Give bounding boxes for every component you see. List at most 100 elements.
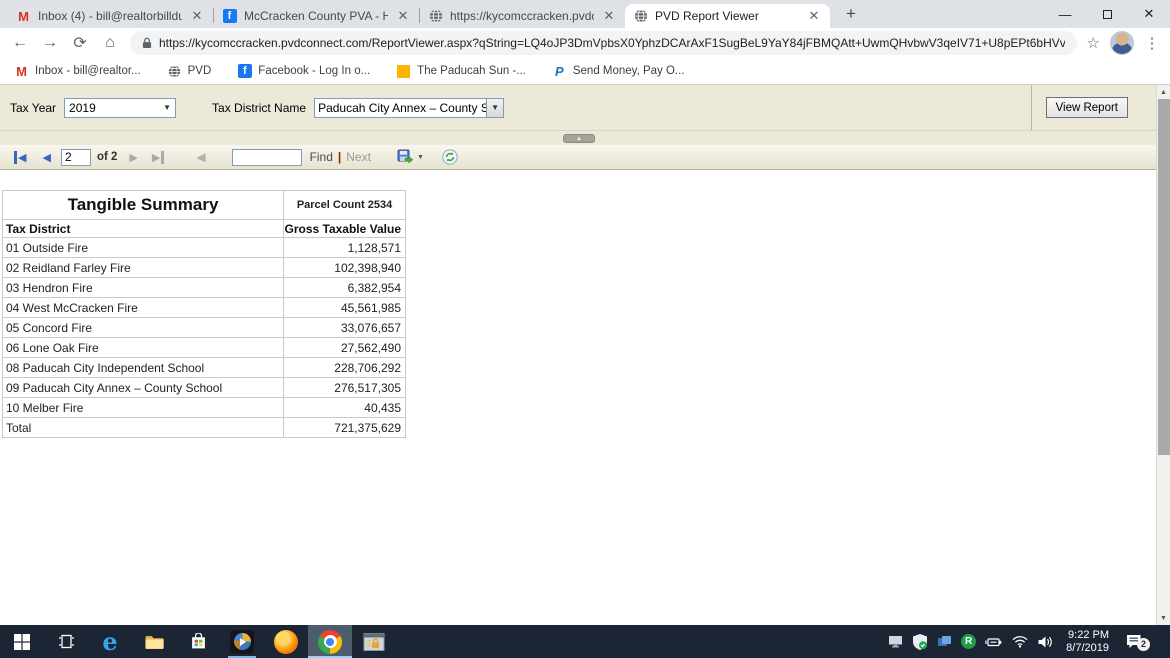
action-center-button[interactable]: 2 bbox=[1122, 634, 1146, 649]
volume-icon[interactable] bbox=[1037, 635, 1053, 649]
start-button[interactable] bbox=[0, 625, 44, 658]
tangible-summary-table: Tangible Summary Parcel Count 2534 Tax D… bbox=[2, 190, 406, 438]
bookmark-star-icon[interactable]: ☆ bbox=[1087, 34, 1100, 52]
view-report-button[interactable]: View Report bbox=[1046, 97, 1128, 118]
column-header-tax-district: Tax District bbox=[3, 220, 284, 238]
minimize-button[interactable]: — bbox=[1044, 0, 1086, 28]
chevron-down-icon: ▼ bbox=[417, 154, 424, 161]
security-app-icon bbox=[363, 631, 385, 653]
tax-district-cell: 02 Reidland Farley Fire bbox=[3, 258, 284, 278]
forward-icon[interactable]: → bbox=[40, 34, 60, 52]
tax-year-select[interactable]: 2019 ▼ bbox=[64, 98, 176, 118]
tab-title: PVD Report Viewer bbox=[655, 9, 799, 23]
profile-avatar[interactable] bbox=[1110, 31, 1134, 55]
tray-app-icon[interactable] bbox=[937, 635, 952, 649]
reload-icon[interactable]: ⟳ bbox=[70, 33, 90, 53]
gmail-icon: M bbox=[16, 9, 31, 24]
tax-district-dropdown-button[interactable]: ▼ bbox=[486, 98, 504, 118]
page-count-label: of 2 bbox=[97, 151, 117, 163]
paducah-sun-icon bbox=[396, 64, 411, 79]
url-input[interactable]: https://kycomccracken.pvdconnect.com/Rep… bbox=[130, 31, 1077, 55]
tab-title: McCracken County PVA - Home bbox=[244, 9, 388, 23]
maximize-button[interactable] bbox=[1086, 0, 1128, 28]
bookmarks-bar: M Inbox - bill@realtor... PVD f Facebook… bbox=[0, 58, 1170, 85]
lock-icon bbox=[142, 37, 152, 49]
taskbar-clock[interactable]: 9:22 PM 8/7/2019 bbox=[1062, 629, 1113, 655]
gross-taxable-value-cell: 33,076,657 bbox=[284, 318, 406, 338]
windows-defender-icon[interactable] bbox=[912, 634, 928, 650]
export-dropdown[interactable]: ▼ bbox=[397, 149, 424, 165]
find-text-input[interactable] bbox=[232, 149, 302, 166]
taskbar-firefox[interactable] bbox=[264, 625, 308, 658]
tab-title: https://kycomccracken.pvdconne bbox=[450, 9, 594, 23]
bookmark-pvd[interactable]: PVD bbox=[167, 64, 212, 79]
home-icon[interactable]: ⌂ bbox=[100, 34, 120, 52]
taskbar-powerdvd[interactable] bbox=[220, 625, 264, 658]
previous-page-icon[interactable]: ◀ bbox=[42, 151, 50, 164]
tab-pvdconnect[interactable]: https://kycomccracken.pvdconne ✕ bbox=[420, 4, 625, 28]
tab-close-icon[interactable]: ✕ bbox=[189, 8, 205, 24]
tab-gmail[interactable]: M Inbox (4) - bill@realtorbilldunn.c ✕ bbox=[8, 4, 213, 28]
scrollbar-thumb[interactable] bbox=[1158, 99, 1170, 455]
page-scrollbar[interactable]: ▲ ▼ bbox=[1156, 85, 1170, 625]
tab-strip: M Inbox (4) - bill@realtorbilldunn.c ✕ f… bbox=[0, 0, 1170, 28]
chevron-down-icon: ▼ bbox=[491, 103, 499, 112]
back-to-parent-report-icon[interactable]: ◀ bbox=[196, 150, 205, 164]
clock-time: 9:22 PM bbox=[1066, 629, 1109, 642]
scroll-down-icon[interactable]: ▼ bbox=[1157, 611, 1170, 625]
tab-facebook-pva[interactable]: f McCracken County PVA - Home ✕ bbox=[214, 4, 419, 28]
splitter-collapse-handle[interactable]: ▲ bbox=[563, 134, 595, 143]
windows-taskbar: e R 9:22 PM 8/7/2019 bbox=[0, 625, 1170, 658]
find-link[interactable]: Find bbox=[310, 150, 333, 164]
new-tab-button[interactable]: + bbox=[838, 4, 864, 24]
tax-district-cell: 10 Melber Fire bbox=[3, 398, 284, 418]
microsoft-store-icon bbox=[190, 633, 207, 650]
tray-r-app-icon[interactable]: R bbox=[961, 634, 976, 649]
browser-menu-icon[interactable]: ⋮ bbox=[1144, 34, 1160, 52]
bookmark-inbox[interactable]: M Inbox - bill@realtor... bbox=[14, 64, 141, 79]
bookmark-paducah-sun[interactable]: The Paducah Sun -... bbox=[396, 64, 526, 79]
tab-pvd-report-viewer[interactable]: PVD Report Viewer ✕ bbox=[625, 4, 830, 28]
bookmark-facebook[interactable]: f Facebook - Log In o... bbox=[237, 64, 370, 79]
scroll-up-icon[interactable]: ▲ bbox=[1157, 85, 1170, 99]
find-next-link[interactable]: Next bbox=[346, 150, 371, 164]
tab-close-icon[interactable]: ✕ bbox=[601, 8, 617, 24]
edge-icon: e bbox=[102, 630, 117, 654]
tab-close-icon[interactable]: ✕ bbox=[395, 8, 411, 24]
paypal-icon: P bbox=[552, 64, 567, 79]
bookmark-label: Facebook - Log In o... bbox=[258, 65, 370, 77]
file-explorer-icon bbox=[144, 634, 164, 650]
table-row: 10 Melber Fire 40,435 bbox=[3, 398, 406, 418]
globe-icon bbox=[428, 9, 443, 24]
task-view-button[interactable] bbox=[44, 625, 88, 658]
first-page-icon[interactable]: ◀ bbox=[14, 151, 26, 164]
taskbar-edge[interactable]: e bbox=[88, 625, 132, 658]
power-plug-icon[interactable] bbox=[985, 636, 1003, 648]
tab-close-icon[interactable]: ✕ bbox=[806, 8, 822, 24]
parcel-count-label: Parcel Count 2534 bbox=[284, 191, 406, 220]
taskbar-file-explorer[interactable] bbox=[132, 625, 176, 658]
taskbar-microsoft-store[interactable] bbox=[176, 625, 220, 658]
gross-taxable-value-cell: 228,706,292 bbox=[284, 358, 406, 378]
wifi-icon[interactable] bbox=[1012, 635, 1028, 648]
gmail-icon: M bbox=[14, 64, 29, 79]
next-page-icon[interactable]: ▶ bbox=[129, 151, 137, 164]
tax-year-label: Tax Year bbox=[10, 101, 56, 115]
url-text: https://kycomccracken.pvdconnect.com/Rep… bbox=[159, 36, 1065, 50]
bookmark-paypal[interactable]: P Send Money, Pay O... bbox=[552, 64, 685, 79]
bookmark-label: Inbox - bill@realtor... bbox=[35, 65, 141, 77]
task-view-icon bbox=[58, 634, 75, 649]
current-page-input[interactable] bbox=[61, 149, 91, 166]
windows-logo-icon bbox=[14, 634, 30, 650]
taskbar-security-app[interactable] bbox=[352, 625, 396, 658]
tax-district-select[interactable]: Paducah City Annex – County Sch bbox=[314, 98, 486, 118]
parameters-divider bbox=[1031, 85, 1032, 130]
globe-icon bbox=[633, 9, 648, 24]
refresh-button[interactable] bbox=[442, 149, 458, 165]
gross-taxable-value-cell: 102,398,940 bbox=[284, 258, 406, 278]
back-icon[interactable]: ← bbox=[10, 34, 30, 52]
connected-devices-icon[interactable] bbox=[888, 635, 903, 648]
close-button[interactable]: ✕ bbox=[1128, 0, 1170, 28]
last-page-icon[interactable]: ▶ bbox=[152, 151, 164, 164]
taskbar-chrome[interactable] bbox=[308, 625, 352, 658]
